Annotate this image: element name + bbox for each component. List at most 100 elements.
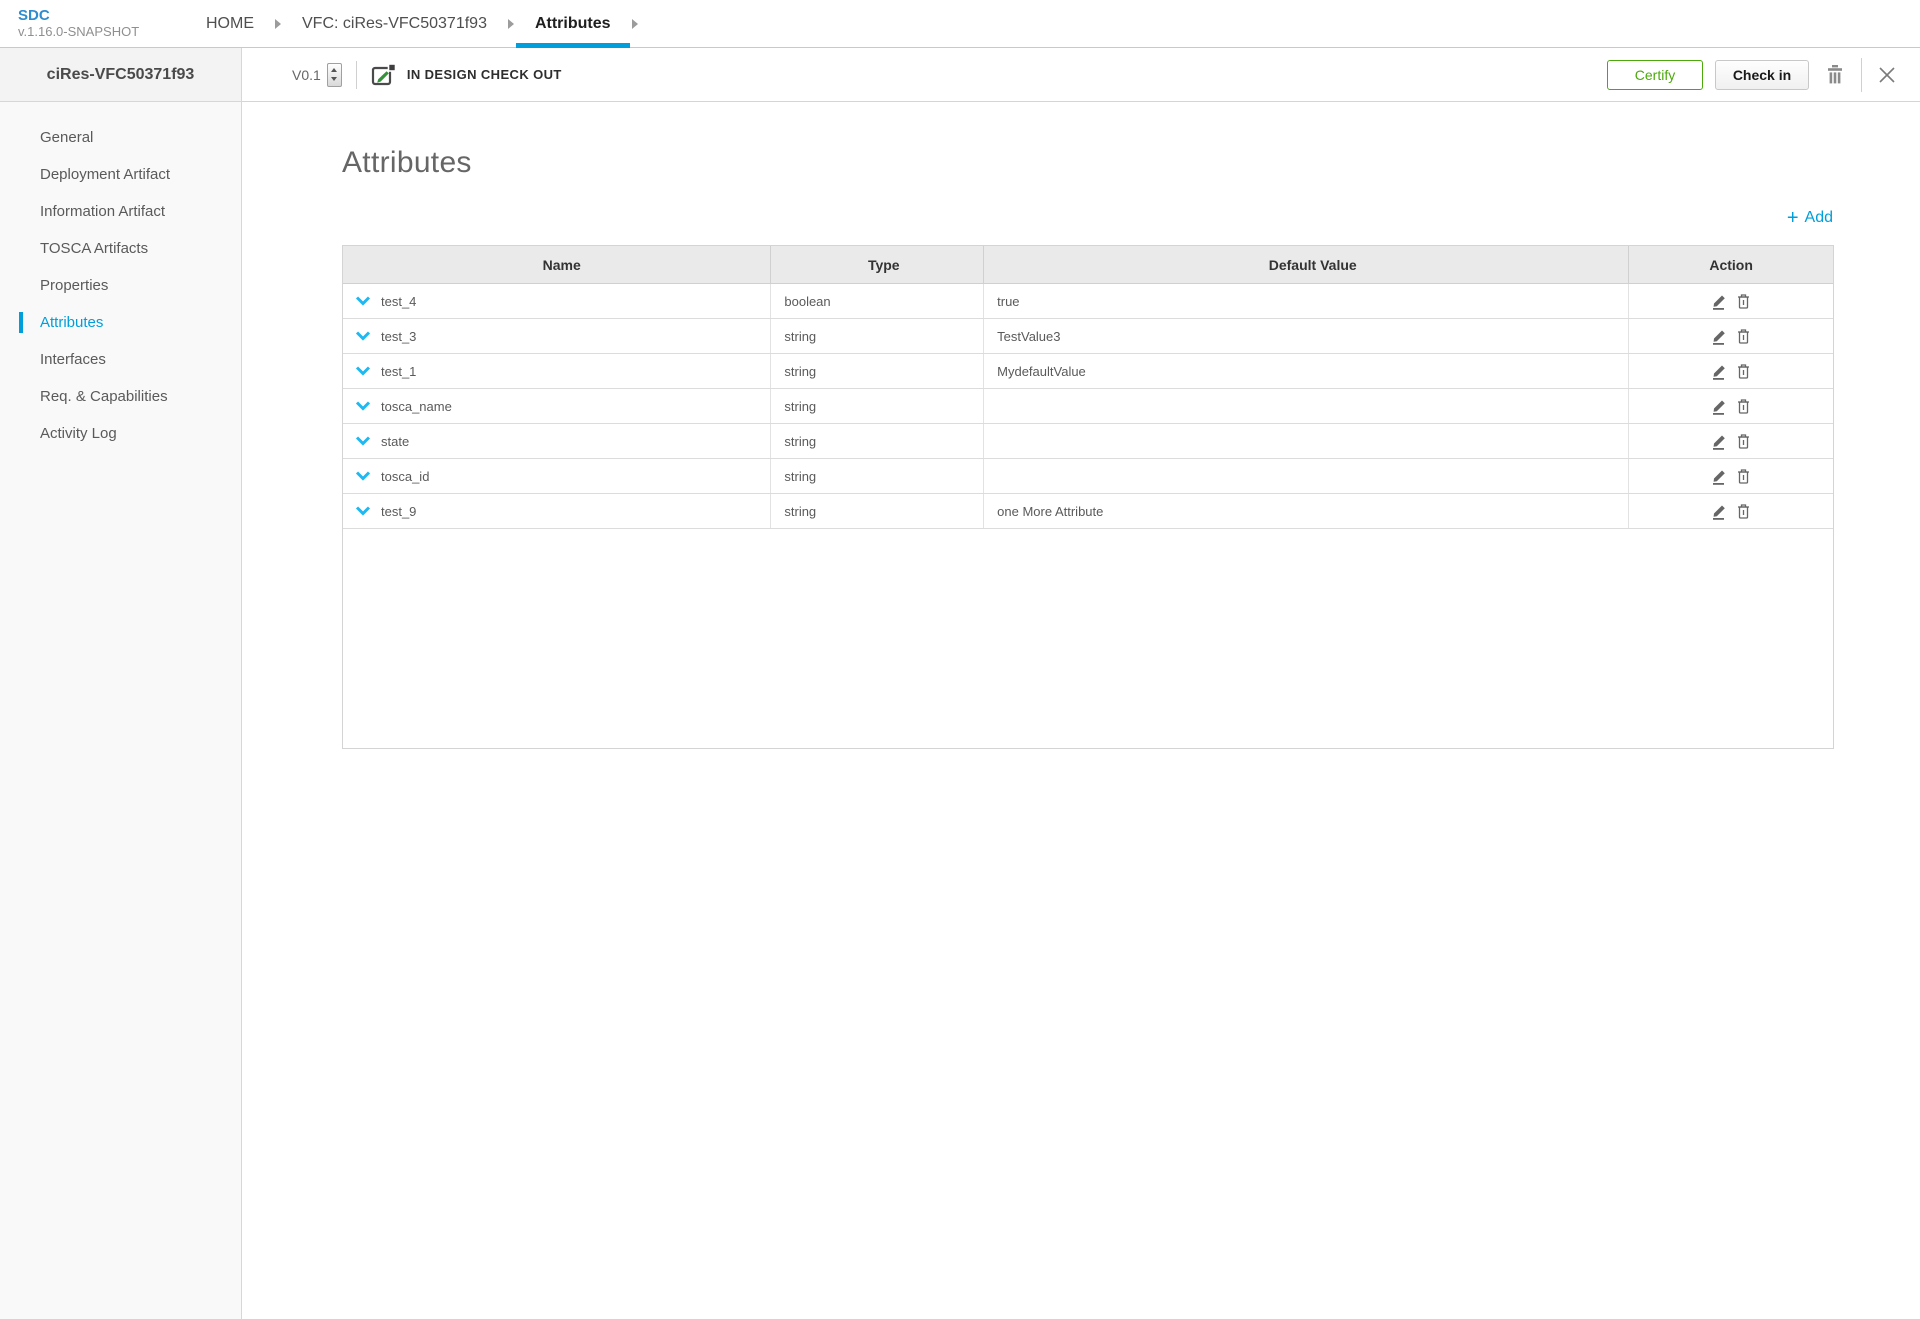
sidebar-item-req-capabilities[interactable]: Req. & Capabilities bbox=[0, 378, 241, 415]
attribute-default-value: MydefaultValue bbox=[984, 354, 1630, 388]
main-content: Attributes + Add Name Type Default Value… bbox=[242, 102, 1920, 1319]
table-row: test_1 string MydefaultValue bbox=[343, 354, 1833, 389]
resource-name-header: ciRes-VFC50371f93 bbox=[0, 48, 241, 102]
trash-icon bbox=[1828, 64, 1842, 83]
attribute-type: string bbox=[771, 354, 985, 388]
asset-toolbar: V0.1 IN DESIGN CHECK OUT Certify Check i… bbox=[242, 48, 1920, 102]
version-selector[interactable] bbox=[326, 62, 342, 87]
chevron-down-icon[interactable] bbox=[355, 436, 371, 446]
pencil-icon[interactable] bbox=[1711, 468, 1727, 485]
trash-icon[interactable] bbox=[1736, 293, 1751, 310]
app-version-text: v.1.16.0-SNAPSHOT bbox=[18, 24, 140, 39]
attribute-default-value bbox=[984, 389, 1630, 423]
pencil-icon[interactable] bbox=[1711, 503, 1727, 520]
attributes-table: Name Type Default Value Action test_4 bo… bbox=[342, 245, 1834, 749]
table-row: test_3 string TestValue3 bbox=[343, 319, 1833, 354]
plus-icon: + bbox=[1786, 207, 1799, 229]
column-header-action: Action bbox=[1709, 256, 1753, 273]
sidebar-item-activity-log[interactable]: Activity Log bbox=[0, 415, 241, 452]
add-label: Add bbox=[1804, 209, 1833, 226]
attribute-default-value: one More Attribute bbox=[984, 494, 1630, 528]
attribute-name: state bbox=[381, 433, 410, 449]
breadcrumb-attributes[interactable]: Attributes bbox=[515, 0, 630, 48]
arrow-right-icon bbox=[275, 18, 281, 29]
table-row: tosca_name string bbox=[343, 389, 1833, 424]
lifecycle-status-text: IN DESIGN CHECK OUT bbox=[406, 67, 562, 82]
sidebar-item-deployment-artifact[interactable]: Deployment Artifact bbox=[0, 156, 241, 193]
pencil-icon[interactable] bbox=[1711, 363, 1727, 380]
attribute-default-value: TestValue3 bbox=[984, 319, 1630, 353]
arrow-right-icon bbox=[507, 18, 514, 29]
table-row: test_4 boolean true bbox=[343, 284, 1833, 319]
attribute-name: test_3 bbox=[381, 328, 417, 344]
attribute-type: string bbox=[771, 459, 985, 493]
attribute-type: string bbox=[771, 494, 985, 528]
top-nav-bar: SDC v.1.16.0-SNAPSHOT HOME VFC: ciRes-VF… bbox=[0, 0, 1920, 48]
chevron-down-icon[interactable] bbox=[355, 471, 371, 481]
chevron-down-icon[interactable] bbox=[355, 296, 371, 306]
trash-icon[interactable] bbox=[1736, 433, 1751, 450]
table-empty-area bbox=[343, 529, 1833, 748]
trash-icon[interactable] bbox=[1736, 328, 1751, 345]
left-sidebar: ciRes-VFC50371f93 General Deployment Art… bbox=[0, 48, 242, 1319]
attribute-type: string bbox=[771, 389, 985, 423]
checkout-pencil-icon bbox=[371, 62, 397, 85]
attribute-name: tosca_name bbox=[381, 398, 452, 414]
column-header-default-value: Default Value bbox=[984, 246, 1630, 283]
breadcrumb-home[interactable]: HOME bbox=[187, 0, 273, 47]
sidebar-item-information-artifact[interactable]: Information Artifact bbox=[0, 193, 241, 230]
chevron-down-icon[interactable] bbox=[355, 401, 371, 411]
spinner-down-icon bbox=[331, 76, 338, 81]
table-row: tosca_id string bbox=[343, 459, 1833, 494]
column-header-type: Type bbox=[771, 246, 985, 283]
divider bbox=[1861, 57, 1862, 92]
sdc-app-window: SDC v.1.16.0-SNAPSHOT HOME VFC: ciRes-VF… bbox=[0, 0, 1920, 1319]
pencil-icon[interactable] bbox=[1711, 398, 1727, 415]
pencil-icon[interactable] bbox=[1711, 328, 1727, 345]
trash-icon[interactable] bbox=[1736, 363, 1751, 380]
attribute-name: test_9 bbox=[381, 503, 417, 519]
breadcrumb: HOME VFC: ciRes-VFC50371f93 Attributes bbox=[187, 0, 640, 48]
divider bbox=[355, 60, 357, 89]
attribute-name: test_1 bbox=[381, 363, 417, 379]
attribute-name: tosca_id bbox=[381, 468, 430, 484]
trash-icon[interactable] bbox=[1736, 503, 1751, 520]
sidebar-item-properties[interactable]: Properties bbox=[0, 267, 241, 304]
pencil-icon[interactable] bbox=[1711, 433, 1727, 450]
app-logo-text: SDC bbox=[18, 7, 50, 24]
breadcrumb-vfc[interactable]: VFC: ciRes-VFC50371f93 bbox=[283, 0, 506, 47]
attribute-type: string bbox=[771, 424, 985, 458]
chevron-down-icon[interactable] bbox=[355, 331, 371, 341]
attribute-default-value bbox=[984, 424, 1630, 458]
arrow-right-icon bbox=[631, 18, 638, 29]
attribute-type: boolean bbox=[771, 284, 985, 318]
chevron-down-icon[interactable] bbox=[355, 506, 371, 516]
spinner-up-icon bbox=[331, 68, 338, 73]
attribute-type: string bbox=[771, 319, 985, 353]
certify-button[interactable]: Certify bbox=[1607, 59, 1703, 90]
chevron-down-icon[interactable] bbox=[355, 366, 371, 376]
attribute-default-value bbox=[984, 459, 1630, 493]
version-label: V0.1 bbox=[292, 66, 321, 83]
table-header-row: Name Type Default Value Action bbox=[343, 246, 1833, 284]
sidebar-item-general[interactable]: General bbox=[0, 119, 241, 156]
column-header-name: Name bbox=[343, 246, 772, 283]
close-button[interactable] bbox=[1878, 66, 1896, 84]
sidebar-item-attributes[interactable]: Attributes bbox=[0, 304, 241, 341]
attribute-name: test_4 bbox=[381, 293, 417, 309]
trash-icon[interactable] bbox=[1736, 468, 1751, 485]
add-attribute-button[interactable]: + Add bbox=[1787, 208, 1833, 228]
trash-icon[interactable] bbox=[1736, 398, 1751, 415]
sidebar-item-tosca-artifacts[interactable]: TOSCA Artifacts bbox=[0, 230, 241, 267]
delete-resource-button[interactable] bbox=[1825, 64, 1845, 86]
table-row: test_9 string one More Attribute bbox=[343, 494, 1833, 529]
pencil-icon[interactable] bbox=[1711, 293, 1727, 310]
close-icon bbox=[1879, 66, 1895, 83]
sidebar-menu: General Deployment Artifact Information … bbox=[0, 102, 241, 452]
app-logo: SDC v.1.16.0-SNAPSHOT bbox=[0, 0, 187, 47]
check-in-button[interactable]: Check in bbox=[1715, 59, 1809, 90]
attribute-default-value: true bbox=[984, 284, 1630, 318]
sidebar-item-interfaces[interactable]: Interfaces bbox=[0, 341, 241, 378]
page-title: Attributes bbox=[342, 146, 472, 179]
toolbar-actions: Certify Check in bbox=[1607, 57, 1896, 92]
